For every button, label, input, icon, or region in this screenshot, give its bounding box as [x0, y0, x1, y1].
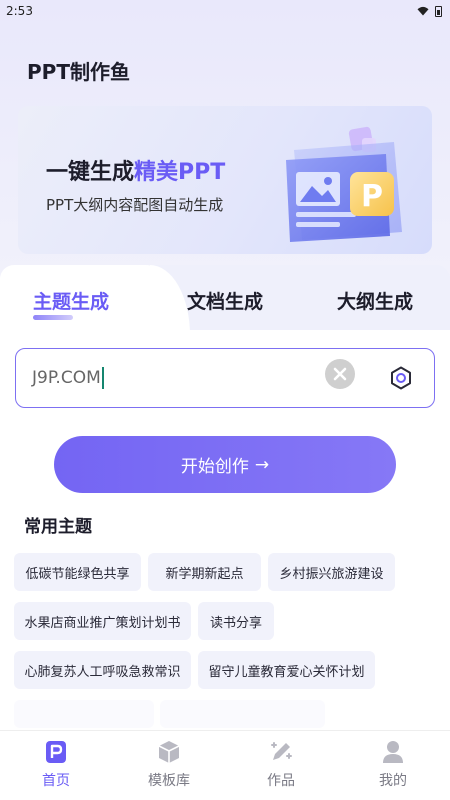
banner-title: 一键生成精美PPT: [46, 154, 225, 186]
tab-outline-generate[interactable]: 大纲生成: [337, 287, 413, 314]
ppt-illustration-icon: P: [286, 126, 402, 242]
nav-works-label: 作品: [267, 773, 295, 789]
arrow-right-icon: →: [254, 454, 270, 475]
close-icon: [333, 367, 347, 381]
template-box-icon: [158, 741, 180, 763]
banner-art-letter: P: [361, 179, 383, 214]
promo-banner[interactable]: 一键生成精美PPT PPT大纲内容配图自动生成 P: [18, 106, 432, 254]
start-creating-button[interactable]: 开始创作 →: [54, 436, 396, 493]
settings-button[interactable]: [386, 363, 416, 393]
start-button-label: 开始创作: [180, 457, 249, 477]
topic-input-value[interactable]: J9P.COM: [32, 368, 101, 388]
topic-chip[interactable]: 低碳节能绿色共享: [14, 553, 141, 591]
nav-profile[interactable]: 我的: [348, 739, 438, 790]
tab-active-underline: [33, 315, 73, 320]
status-time: 2:53: [6, 4, 33, 18]
text-caret: [101, 367, 104, 389]
app-title: PPT制作鱼: [27, 60, 130, 84]
banner-subtitle: PPT大纲内容配图自动生成: [46, 196, 224, 214]
banner-title-plain: 一键生成: [46, 160, 135, 185]
tab-document-generate[interactable]: 文档生成: [187, 287, 263, 314]
topic-chip[interactable]: 新学期新起点: [148, 553, 261, 591]
clear-input-button[interactable]: [325, 359, 355, 389]
topic-input-value-wrap[interactable]: J9P.COM: [32, 367, 104, 389]
common-topics-title: 常用主题: [24, 517, 92, 537]
topic-chip[interactable]: 心肺复苏人工呼吸急救常识: [14, 651, 191, 689]
topic-input[interactable]: J9P.COM: [15, 348, 435, 408]
battery-icon: [435, 5, 442, 17]
banner-title-accent: 精美PPT: [134, 160, 226, 185]
topic-chip-partial[interactable]: [14, 700, 154, 728]
bottom-navigation: 首页 模板库 作品 我的: [0, 730, 450, 800]
nav-works[interactable]: 作品: [236, 739, 326, 790]
nav-home-label: 首页: [42, 773, 70, 789]
status-bar: 2:53: [0, 0, 450, 22]
hexagon-settings-icon: [391, 366, 411, 390]
generation-tabs: 主题生成 文档生成 大纲生成: [0, 265, 450, 335]
works-pencil-icon: [271, 742, 292, 760]
tab-topic-generate[interactable]: 主题生成: [33, 287, 109, 314]
topic-chip-partial[interactable]: [160, 700, 325, 728]
nav-template-library[interactable]: 模板库: [124, 739, 214, 790]
home-icon: [46, 741, 66, 763]
profile-icon: [383, 741, 403, 763]
status-icons: [417, 5, 442, 17]
topic-chip[interactable]: 读书分享: [198, 602, 274, 640]
nav-home[interactable]: 首页: [11, 739, 101, 790]
nav-profile-label: 我的: [379, 773, 407, 789]
topic-chip[interactable]: 留守儿童教育爱心关怀计划: [198, 651, 375, 689]
topic-chip[interactable]: 水果店商业推广策划计划书: [14, 602, 191, 640]
topic-chip[interactable]: 乡村振兴旅游建设: [268, 553, 395, 591]
nav-template-library-label: 模板库: [148, 773, 190, 789]
wifi-icon: [417, 6, 429, 16]
